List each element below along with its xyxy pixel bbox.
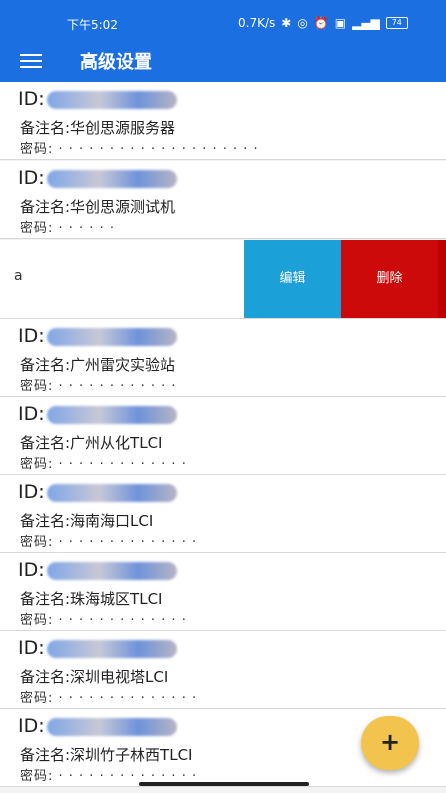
redacted-id xyxy=(46,717,177,736)
toolbar: 高级设置 xyxy=(0,40,446,82)
add-device-button[interactable]: + xyxy=(361,716,419,770)
device-password: 密码: · · · · · · xyxy=(20,221,115,236)
device-remark: 备注名:华创思源服务器 xyxy=(20,119,176,137)
redacted-id xyxy=(46,90,177,109)
list-item[interactable]: ID: 备注名:华创思源测试机 密码: · · · · · · xyxy=(0,161,446,239)
device-id: ID: xyxy=(18,637,177,659)
signal-icon: ▂▄▆ xyxy=(352,16,380,30)
device-remark: 备注名:海南海口LCI xyxy=(20,512,154,530)
device-id: ID: xyxy=(18,481,177,503)
device-password: 密码: · · · · · · · · · · · · · · xyxy=(20,535,198,550)
device-password: 密码: · · · · · · · · · · · · · xyxy=(20,613,187,628)
redacted-id xyxy=(46,327,177,346)
status-icons: 0.7K/s ✱ ◎ ⏰ ▣ ▂▄▆ 74 xyxy=(238,16,408,30)
redacted-id xyxy=(46,561,177,580)
list-item[interactable]: ID: 备注名:广州从化TLCI 密码: · · · · · · · · · ·… xyxy=(0,397,446,475)
menu-icon[interactable] xyxy=(20,50,42,70)
app-bar: 下午5:02 0.7K/s ✱ ◎ ⏰ ▣ ▂▄▆ 74 高级设置 xyxy=(0,0,446,82)
device-id: ID: xyxy=(18,325,177,347)
alarm-icon: ⏰ xyxy=(313,16,329,30)
device-list: ID: 备注名:华创思源服务器 密码: · · · · · · · · · · … xyxy=(0,82,446,793)
device-remark: 备注名:珠海城区TLCI xyxy=(20,590,163,608)
list-item[interactable]: ID: 备注名:珠海城区TLCI 密码: · · · · · · · · · ·… xyxy=(0,553,446,631)
vibrate-icon: ◎ xyxy=(297,16,308,30)
device-id: ID: xyxy=(18,403,177,425)
device-remark: 备注名:广州雷灾实验站 xyxy=(20,356,176,374)
device-id: ID: xyxy=(18,715,177,737)
list-item[interactable]: ID: 备注名:海南海口LCI 密码: · · · · · · · · · · … xyxy=(0,475,446,553)
hd-icon: ▣ xyxy=(334,16,347,30)
swipe-partial-text: a xyxy=(14,268,23,284)
redacted-id xyxy=(46,639,177,658)
status-time: 下午5:02 xyxy=(67,18,118,32)
battery-icon: 74 xyxy=(385,17,408,29)
list-item[interactable]: ID: 备注名:华创思源服务器 密码: · · · · · · · · · · … xyxy=(0,82,446,160)
delete-button[interactable]: 删除 xyxy=(341,240,438,318)
edit-button[interactable]: 编辑 xyxy=(244,240,341,318)
bluetooth-icon: ✱ xyxy=(281,16,292,30)
device-id: ID: xyxy=(18,88,177,110)
home-indicator[interactable] xyxy=(139,782,309,786)
device-id: ID: xyxy=(18,559,177,581)
status-bar: 下午5:02 0.7K/s ✱ ◎ ⏰ ▣ ▂▄▆ 74 xyxy=(0,0,446,40)
device-password: 密码: · · · · · · · · · · · · · · xyxy=(20,691,198,706)
list-item[interactable]: ID: 备注名:广州雷灾实验站 密码: · · · · · · · · · · … xyxy=(0,319,446,397)
device-remark: 备注名:华创思源测试机 xyxy=(20,198,176,216)
device-password: 密码: · · · · · · · · · · · · · · · · · · … xyxy=(20,142,259,157)
device-password: 密码: · · · · · · · · · · · · xyxy=(20,379,177,394)
page-title: 高级设置 xyxy=(80,52,152,73)
swiped-list-item[interactable]: a 编辑 删除 xyxy=(0,240,446,319)
device-remark: 备注名:深圳电视塔LCI xyxy=(20,668,169,686)
redacted-id xyxy=(46,169,177,188)
device-password: 密码: · · · · · · · · · · · · · xyxy=(20,457,187,472)
list-item[interactable]: ID: 备注名:深圳电视塔LCI 密码: · · · · · · · · · ·… xyxy=(0,631,446,709)
device-remark: 备注名:广州从化TLCI xyxy=(20,434,163,452)
redacted-id xyxy=(46,483,177,502)
redacted-id xyxy=(46,405,177,424)
device-remark: 备注名:深圳竹子林西TLCI xyxy=(20,746,193,764)
swipe-edge xyxy=(438,240,446,318)
device-id: ID: xyxy=(18,167,177,189)
network-speed: 0.7K/s xyxy=(238,16,276,30)
